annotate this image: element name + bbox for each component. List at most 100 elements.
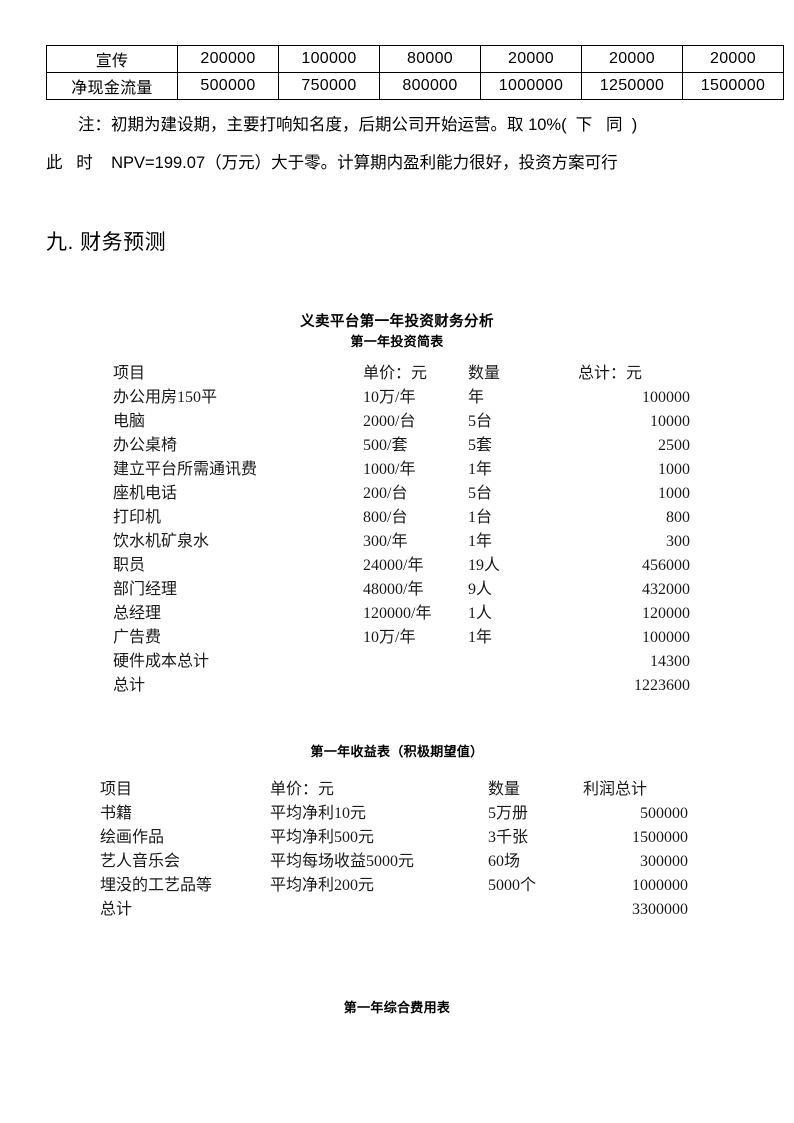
table-header-row: 项目 单价：元 数量 利润总计 (100, 778, 688, 802)
table-row: 宣传 200000 100000 80000 20000 20000 20000 (46, 45, 784, 73)
cell-item: 电脑 (113, 413, 146, 430)
table-row: 净现金流量 500000 750000 800000 1000000 12500… (46, 72, 784, 100)
table-row: 电脑 2000/台 5台 10000 (113, 410, 690, 434)
cell-total: 100000 (642, 629, 690, 646)
cell-total: 500000 (640, 805, 688, 822)
cell-qty (488, 898, 583, 922)
investment-table-title: 第一年投资简表 (350, 334, 444, 349)
cell-item: 总经理 (113, 605, 162, 622)
cell-price: 10万/年 (363, 629, 416, 646)
cell-price: 24000/年 (363, 557, 424, 574)
cashflow-table: 宣传 200000 100000 80000 20000 20000 20000… (46, 45, 784, 100)
column-header-total: 总计：元 (578, 365, 643, 382)
cell-qty: 60场 (488, 853, 521, 870)
cell-qty: 5套 (468, 437, 493, 454)
table-row: 硬件成本总计 14300 (113, 650, 690, 674)
table-row: 职员 24000/年 19人 456000 (113, 554, 690, 578)
cell-total: 120000 (642, 605, 690, 622)
cell-item: 艺人音乐会 (100, 853, 181, 870)
cell-total: 10000 (650, 413, 690, 430)
cell-item: 建立平台所需通讯费 (113, 461, 258, 478)
cell-item: 埋没的工艺品等 (100, 877, 213, 894)
table-row: 埋没的工艺品等 平均净利200元 5000个 1000000 (100, 874, 688, 898)
cashflow-row-label: 宣传 (46, 45, 178, 73)
cashflow-row-label: 净现金流量 (46, 72, 178, 100)
cashflow-cell: 1250000 (581, 72, 683, 100)
cell-item: 书籍 (100, 805, 133, 822)
cell-qty: 5台 (468, 485, 493, 502)
cell-total: 100000 (642, 389, 690, 406)
cell-total: 800 (666, 509, 690, 526)
cell-qty: 19人 (468, 557, 501, 574)
table-row-total: 总计 3300000 (100, 898, 688, 922)
cell-item: 硬件成本总计 (113, 653, 210, 670)
cell-qty: 1台 (468, 509, 493, 526)
table-row: 饮水机矿泉水 300/年 1年 300 (113, 530, 690, 554)
cashflow-cell: 80000 (379, 45, 481, 73)
cell-price (270, 898, 488, 922)
table-row: 建立平台所需通讯费 1000/年 1年 1000 (113, 458, 690, 482)
cashflow-cell: 750000 (278, 72, 380, 100)
cashflow-cell: 200000 (177, 45, 279, 73)
note-line-npv: 此 时 NPV=199.07（万元）大于零。计算期内盈利能力很好，投资方案可行 (46, 154, 618, 172)
column-header-item: 项目 (113, 365, 146, 382)
cell-item: 座机电话 (113, 485, 178, 502)
table-row-total: 总计 1223600 (113, 674, 690, 698)
cell-item: 绘画作品 (100, 829, 165, 846)
cell-qty: 9人 (468, 581, 493, 598)
expense-table-title: 第一年综合费用表 (343, 1000, 451, 1015)
cell-qty: 年 (468, 389, 485, 406)
cashflow-cell: 20000 (581, 45, 683, 73)
cell-total: 300000 (640, 853, 688, 870)
cell-total: 1223600 (634, 677, 690, 694)
cell-total: 300 (666, 533, 690, 550)
page-title: 九. 财务预测 (46, 231, 167, 254)
table-row: 广告费 10万/年 1年 100000 (113, 626, 690, 650)
cashflow-cell: 800000 (379, 72, 481, 100)
table-row: 总经理 120000/年 1人 120000 (113, 602, 690, 626)
cell-total: 456000 (642, 557, 690, 574)
table-row: 艺人音乐会 平均每场收益5000元 60场 300000 (100, 850, 688, 874)
cell-total: 3300000 (632, 901, 688, 918)
table-row: 办公桌椅 500/套 5套 2500 (113, 434, 690, 458)
cell-total: 1000000 (632, 877, 688, 894)
cell-item: 总计 (100, 901, 133, 918)
cell-price: 2000/台 (363, 413, 416, 430)
cell-qty: 1年 (468, 533, 493, 550)
cell-price: 1000/年 (363, 461, 416, 478)
column-header-qty: 数量 (488, 781, 521, 798)
table-row: 绘画作品 平均净利500元 3千张 1500000 (100, 826, 688, 850)
cell-qty: 5台 (468, 413, 493, 430)
cell-qty: 1年 (468, 461, 493, 478)
cell-item: 办公桌椅 (113, 437, 178, 454)
cell-price: 800/台 (363, 509, 408, 526)
cell-price: 200/台 (363, 485, 408, 502)
cell-item: 部门经理 (113, 581, 178, 598)
column-header-price: 单价：元 (363, 365, 428, 382)
cell-total: 2500 (658, 437, 690, 454)
investment-table-body: 项目 单价：元 数量 总计：元 办公用房150平 10万/年 年 100000 … (113, 362, 690, 698)
table-row: 书籍 平均净利10元 5万册 500000 (100, 802, 688, 826)
cell-price: 500/套 (363, 437, 408, 454)
cashflow-cell: 20000 (480, 45, 582, 73)
revenue-table: 项目 单价：元 数量 利润总计 书籍 平均净利10元 5万册 500000 绘画… (100, 778, 688, 922)
column-header-qty: 数量 (468, 365, 501, 382)
cashflow-cell: 1500000 (682, 72, 784, 100)
cell-price: 平均净利500元 (270, 829, 375, 846)
cell-item: 打印机 (113, 509, 162, 526)
cashflow-cell: 500000 (177, 72, 279, 100)
cell-total: 1000 (658, 485, 690, 502)
cell-qty: 1年 (468, 629, 493, 646)
cell-total: 1500000 (632, 829, 688, 846)
table-row: 部门经理 48000/年 9人 432000 (113, 578, 690, 602)
cashflow-table-body: 宣传 200000 100000 80000 20000 20000 20000… (46, 45, 784, 100)
cell-qty (468, 650, 576, 674)
financial-analysis-title: 义卖平台第一年投资财务分析 (300, 314, 494, 330)
column-header-total: 利润总计 (583, 781, 648, 798)
cell-price: 48000/年 (363, 581, 424, 598)
cell-item: 总计 (113, 677, 146, 694)
cell-item: 办公用房150平 (113, 389, 218, 406)
cell-price: 300/年 (363, 533, 408, 550)
cell-qty: 5000个 (488, 877, 537, 894)
cell-price: 10万/年 (363, 389, 416, 406)
